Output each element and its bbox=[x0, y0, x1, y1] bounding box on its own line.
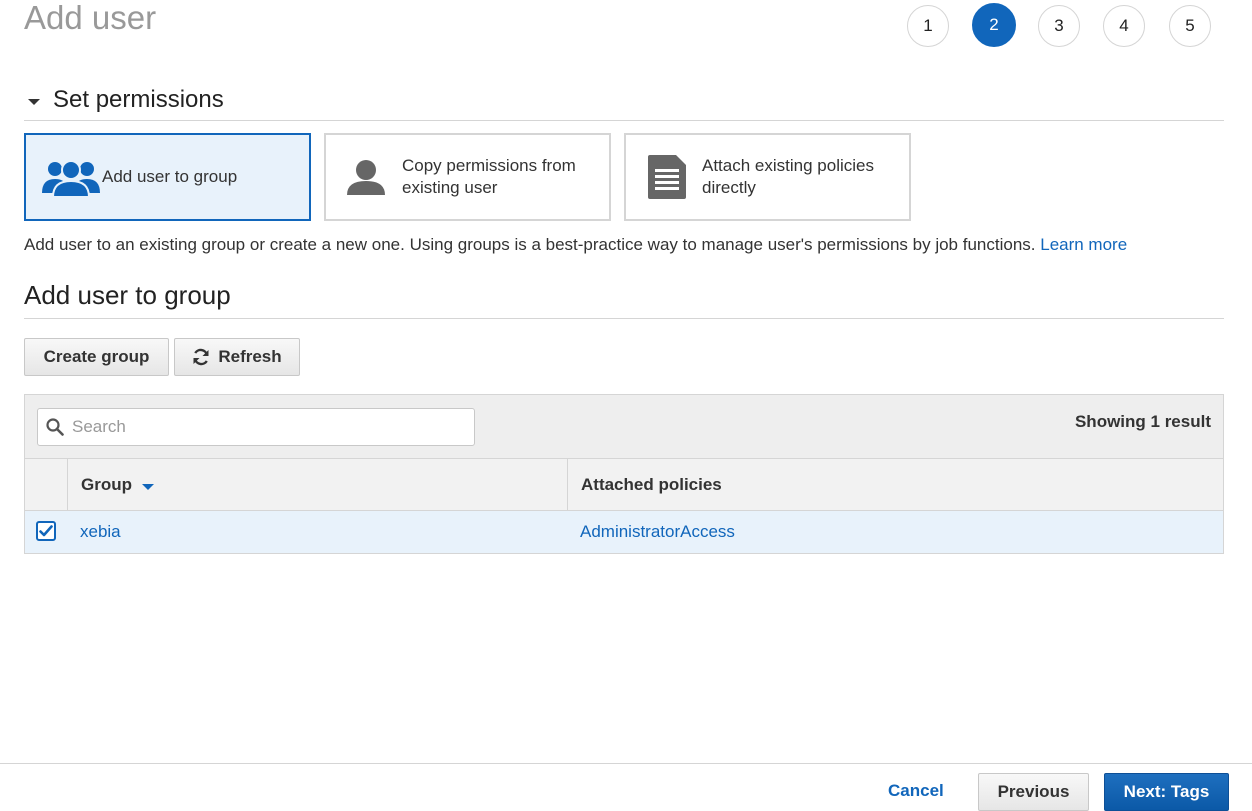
result-count: Showing 1 result bbox=[1074, 412, 1211, 431]
option-label: Add user to group bbox=[102, 167, 238, 186]
caret-down-icon bbox=[28, 98, 40, 105]
table-row[interactable]: xebia AdministratorAccess bbox=[25, 511, 1223, 553]
document-icon bbox=[648, 155, 686, 199]
step-3[interactable]: 3 bbox=[1038, 5, 1080, 47]
step-5[interactable]: 5 bbox=[1169, 5, 1211, 47]
column-divider bbox=[567, 459, 568, 510]
divider bbox=[24, 120, 1224, 121]
cancel-button[interactable]: Cancel bbox=[888, 781, 944, 801]
groups-table: Showing 1 result Group Attached policies… bbox=[24, 394, 1224, 554]
search-input[interactable] bbox=[70, 416, 474, 438]
step-1[interactable]: 1 bbox=[907, 5, 949, 47]
step-2[interactable]: 2 bbox=[972, 3, 1016, 47]
table-toolbar: Showing 1 result bbox=[25, 395, 1223, 459]
refresh-label: Refresh bbox=[218, 347, 282, 366]
row-checkbox[interactable] bbox=[36, 521, 56, 541]
group-name-link[interactable]: xebia bbox=[80, 511, 121, 553]
set-permissions-title: Set permissions bbox=[53, 86, 224, 113]
search-box[interactable] bbox=[37, 408, 475, 446]
sort-desc-icon bbox=[142, 483, 154, 490]
previous-button[interactable]: Previous bbox=[978, 773, 1089, 811]
set-permissions-header[interactable]: Set permissions bbox=[28, 86, 224, 114]
user-icon bbox=[346, 157, 386, 197]
page-title: Add user bbox=[24, 0, 157, 36]
permissions-description: Add user to an existing group or create … bbox=[24, 235, 1128, 254]
refresh-button[interactable]: Refresh bbox=[174, 338, 300, 376]
learn-more-link[interactable]: Learn more bbox=[1040, 235, 1127, 254]
option-add-user-to-group[interactable]: Add user to group bbox=[24, 133, 311, 221]
create-group-button[interactable]: Create group bbox=[24, 338, 169, 376]
column-header-policies: Attached policies bbox=[581, 474, 722, 494]
option-attach-policies[interactable]: Attach existing policies directly bbox=[624, 133, 911, 221]
column-header-group[interactable]: Group bbox=[81, 459, 154, 510]
option-label: Attach existing policies directly bbox=[702, 156, 874, 197]
option-copy-permissions[interactable]: Copy permissions from existing user bbox=[324, 133, 611, 221]
add-user-to-group-title: Add user to group bbox=[24, 280, 231, 310]
step-4[interactable]: 4 bbox=[1103, 5, 1145, 47]
refresh-icon bbox=[192, 348, 210, 366]
table-header: Group Attached policies bbox=[25, 459, 1223, 511]
column-divider bbox=[67, 459, 68, 510]
policy-link[interactable]: AdministratorAccess bbox=[580, 511, 735, 553]
group-icon bbox=[42, 157, 100, 197]
search-icon bbox=[46, 418, 64, 436]
next-tags-button[interactable]: Next: Tags bbox=[1104, 773, 1229, 811]
footer-divider bbox=[0, 763, 1252, 764]
option-label: Copy permissions from existing user bbox=[402, 156, 576, 197]
checkmark-icon bbox=[39, 525, 53, 537]
divider bbox=[24, 318, 1224, 319]
